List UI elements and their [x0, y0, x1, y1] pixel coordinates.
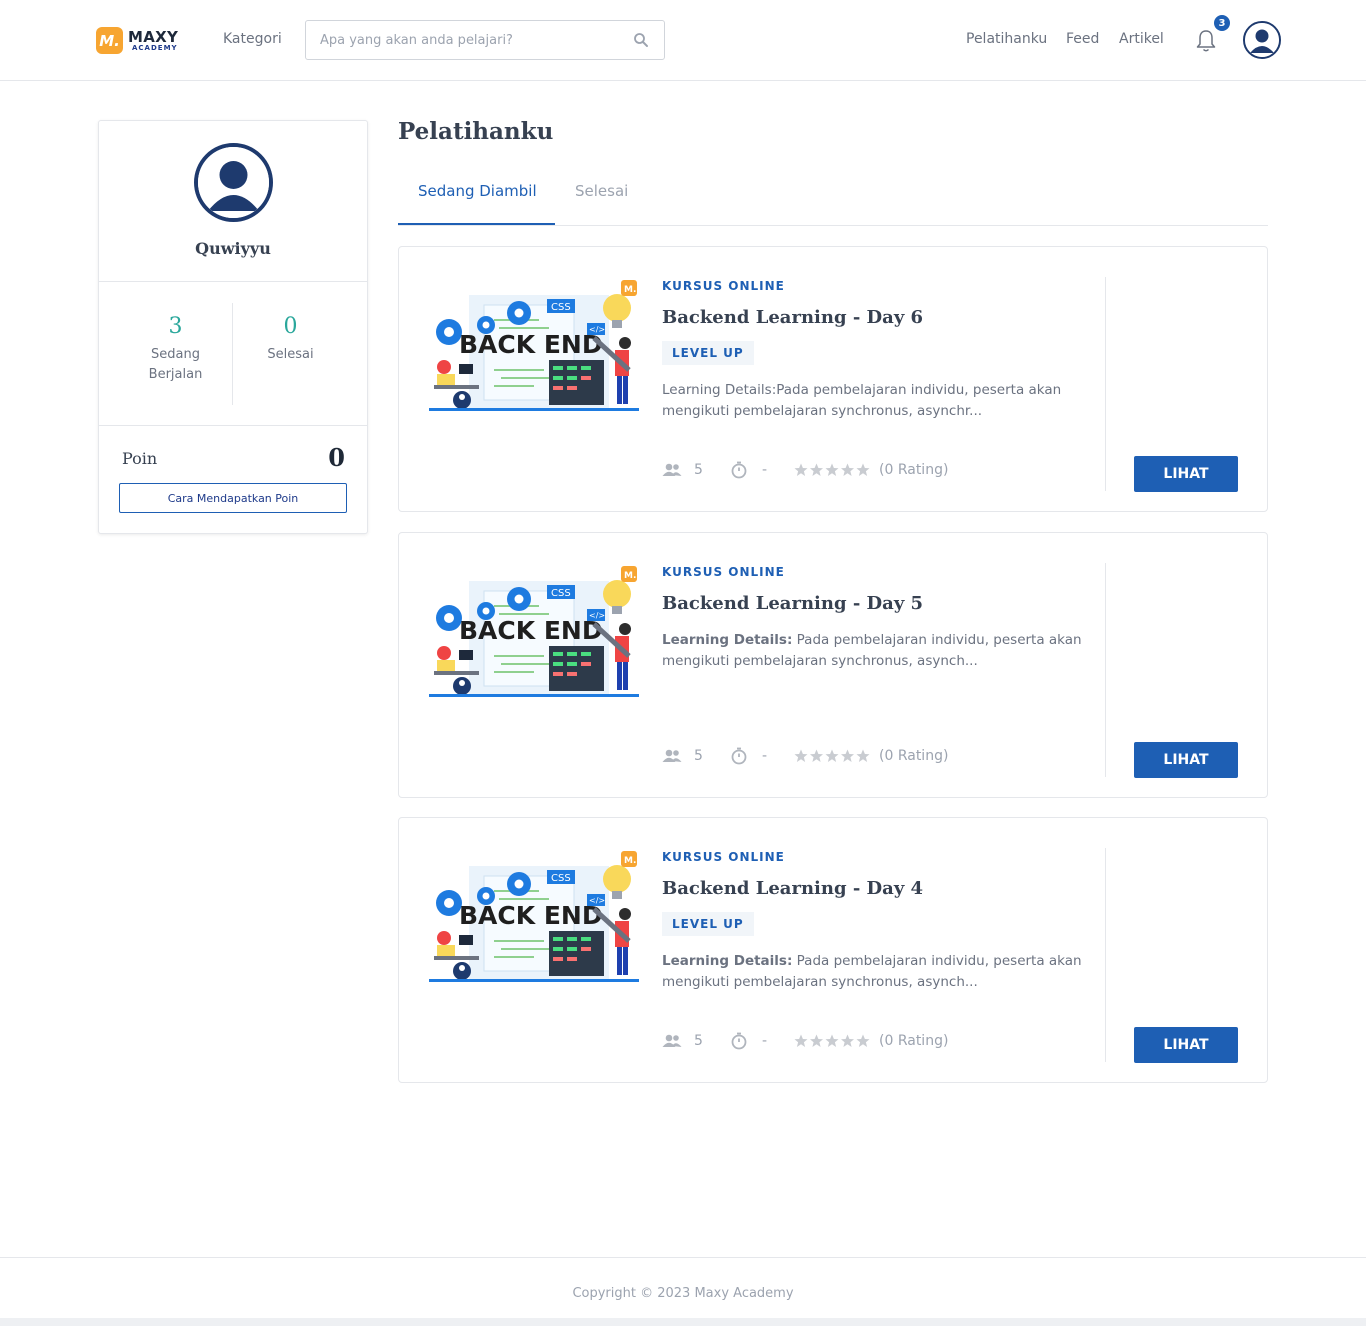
cara-mendapatkan-poin-button[interactable]: Cara Mendapatkan Poin: [119, 483, 347, 513]
search-input[interactable]: [320, 32, 632, 48]
profile-card: Quwiyyu 3 Sedang Berjalan 0 Selesai Poin…: [98, 120, 368, 534]
course-meta: 5 - (0 Rating): [662, 461, 948, 479]
lihat-button[interactable]: LIHAT: [1134, 1027, 1238, 1063]
poin-label: Poin: [122, 449, 158, 468]
stat-label: Selesai: [267, 347, 314, 362]
nav-artikel[interactable]: Artikel: [1119, 31, 1164, 47]
course-duration: -: [762, 462, 768, 478]
svg-text:CSS: CSS: [551, 588, 571, 599]
nav-pelatihanku[interactable]: Pelatihanku: [966, 31, 1047, 47]
timer-icon: [731, 1032, 747, 1050]
course-rating: (0 Rating): [879, 748, 949, 764]
top-navbar: M. MAXY ACADEMY Kategori Pelatihanku Fee…: [0, 0, 1366, 81]
course-description: Learning Details:Pada pembelajaran indiv…: [662, 380, 1082, 422]
divider: [1105, 848, 1106, 1062]
svg-text:M.: M.: [624, 856, 636, 866]
tab-sedang-diambil[interactable]: Sedang Diambil: [418, 182, 537, 200]
thumbnail-text: BACK END: [459, 901, 603, 930]
footer-bar: [0, 1318, 1366, 1326]
svg-text:CSS: CSS: [551, 873, 571, 884]
copyright-text: Copyright © 2023 Maxy Academy: [572, 1286, 794, 1301]
course-thumbnail[interactable]: CSS </> M. BACK END: [429, 851, 639, 1001]
course-thumbnail[interactable]: CSS </> M. BACK END: [429, 280, 639, 430]
maxy-academy-logo[interactable]: M. MAXY ACADEMY: [96, 27, 178, 54]
kategori-menu[interactable]: Kategori: [223, 31, 282, 47]
lihat-button[interactable]: LIHAT: [1134, 742, 1238, 778]
course-card: CSS </> M. BACK END KURSUS ONLINE Backen…: [398, 246, 1268, 512]
logo-text: MAXY: [128, 27, 179, 46]
participants-count: 5: [694, 462, 703, 478]
level-tag: LEVEL UP: [662, 341, 754, 365]
logo-subtext: ACADEMY: [132, 43, 178, 52]
thumbnail-text: BACK END: [459, 330, 603, 359]
course-type: KURSUS ONLINE: [662, 279, 785, 293]
divider: [99, 281, 367, 282]
course-duration: -: [762, 1033, 768, 1049]
profile-avatar-icon: [198, 147, 269, 218]
stat-label: Sedang: [151, 347, 200, 362]
svg-text:M.: M.: [624, 571, 636, 581]
tab-selesai[interactable]: Selesai: [575, 182, 628, 200]
course-type: KURSUS ONLINE: [662, 850, 785, 864]
logo-mark-icon: M.: [96, 27, 123, 54]
course-title[interactable]: Backend Learning - Day 6: [662, 307, 923, 328]
stat-value: 0: [283, 314, 298, 339]
participants-count: 5: [694, 1033, 703, 1049]
search-icon[interactable]: [632, 31, 650, 49]
nav-feed[interactable]: Feed: [1066, 31, 1099, 47]
profile-avatar: [194, 143, 273, 222]
course-card: CSS </> M. BACK END KURSUS ONLINE Backen…: [398, 817, 1268, 1083]
participants-icon: [662, 749, 682, 762]
course-duration: -: [762, 748, 768, 764]
stat-value: 3: [168, 314, 183, 339]
rating-stars-icon: [794, 1034, 870, 1047]
profile-name: Quwiyyu: [195, 239, 271, 258]
divider: [1105, 277, 1106, 491]
participants-icon: [662, 1034, 682, 1047]
rating-stars-icon: [794, 749, 870, 762]
divider: [1105, 563, 1106, 777]
course-title[interactable]: Backend Learning - Day 4: [662, 878, 923, 899]
bell-icon[interactable]: [1194, 28, 1218, 54]
page-title: Pelatihanku: [398, 118, 554, 145]
svg-text:CSS: CSS: [551, 302, 571, 313]
user-avatar-icon: [1245, 23, 1279, 57]
course-card: CSS </> M. BACK END KURSUS ONLINE Backen…: [398, 532, 1268, 798]
participants-count: 5: [694, 748, 703, 764]
active-tab-indicator: [398, 223, 555, 225]
search-bar[interactable]: [305, 20, 665, 60]
course-title[interactable]: Backend Learning - Day 5: [662, 593, 923, 614]
notification-badge: 3: [1214, 15, 1230, 31]
course-description: Learning Details: Pada pembelajaran indi…: [662, 630, 1082, 672]
course-description-label: Learning Details:: [662, 632, 793, 648]
rating-stars-icon: [794, 463, 870, 476]
stat-sedang-berjalan: 3 Sedang Berjalan: [118, 314, 233, 385]
level-tag: LEVEL UP: [662, 912, 754, 936]
course-description-label: Learning Details:: [662, 953, 793, 969]
course-rating: (0 Rating): [879, 462, 949, 478]
thumbnail-text: BACK END: [459, 616, 603, 645]
course-description-text: Learning Details:Pada pembelajaran indiv…: [662, 382, 1062, 419]
divider: [99, 425, 367, 426]
stat-label: Berjalan: [148, 367, 203, 382]
svg-text:M.: M.: [624, 285, 636, 295]
stat-selesai: 0 Selesai: [233, 314, 348, 365]
timer-icon: [731, 747, 747, 765]
footer: Copyright © 2023 Maxy Academy: [0, 1257, 1366, 1326]
course-description: Learning Details: Pada pembelajaran indi…: [662, 951, 1082, 993]
user-avatar[interactable]: [1243, 21, 1281, 59]
participants-icon: [662, 463, 682, 476]
course-thumbnail[interactable]: CSS </> M. BACK END: [429, 566, 639, 716]
poin-value: 0: [328, 443, 345, 472]
course-meta: 5 - (0 Rating): [662, 747, 948, 765]
course-rating: (0 Rating): [879, 1033, 949, 1049]
lihat-button[interactable]: LIHAT: [1134, 456, 1238, 492]
course-meta: 5 - (0 Rating): [662, 1032, 948, 1050]
course-type: KURSUS ONLINE: [662, 565, 785, 579]
tabs: Sedang Diambil Selesai: [398, 168, 1268, 226]
timer-icon: [731, 461, 747, 479]
